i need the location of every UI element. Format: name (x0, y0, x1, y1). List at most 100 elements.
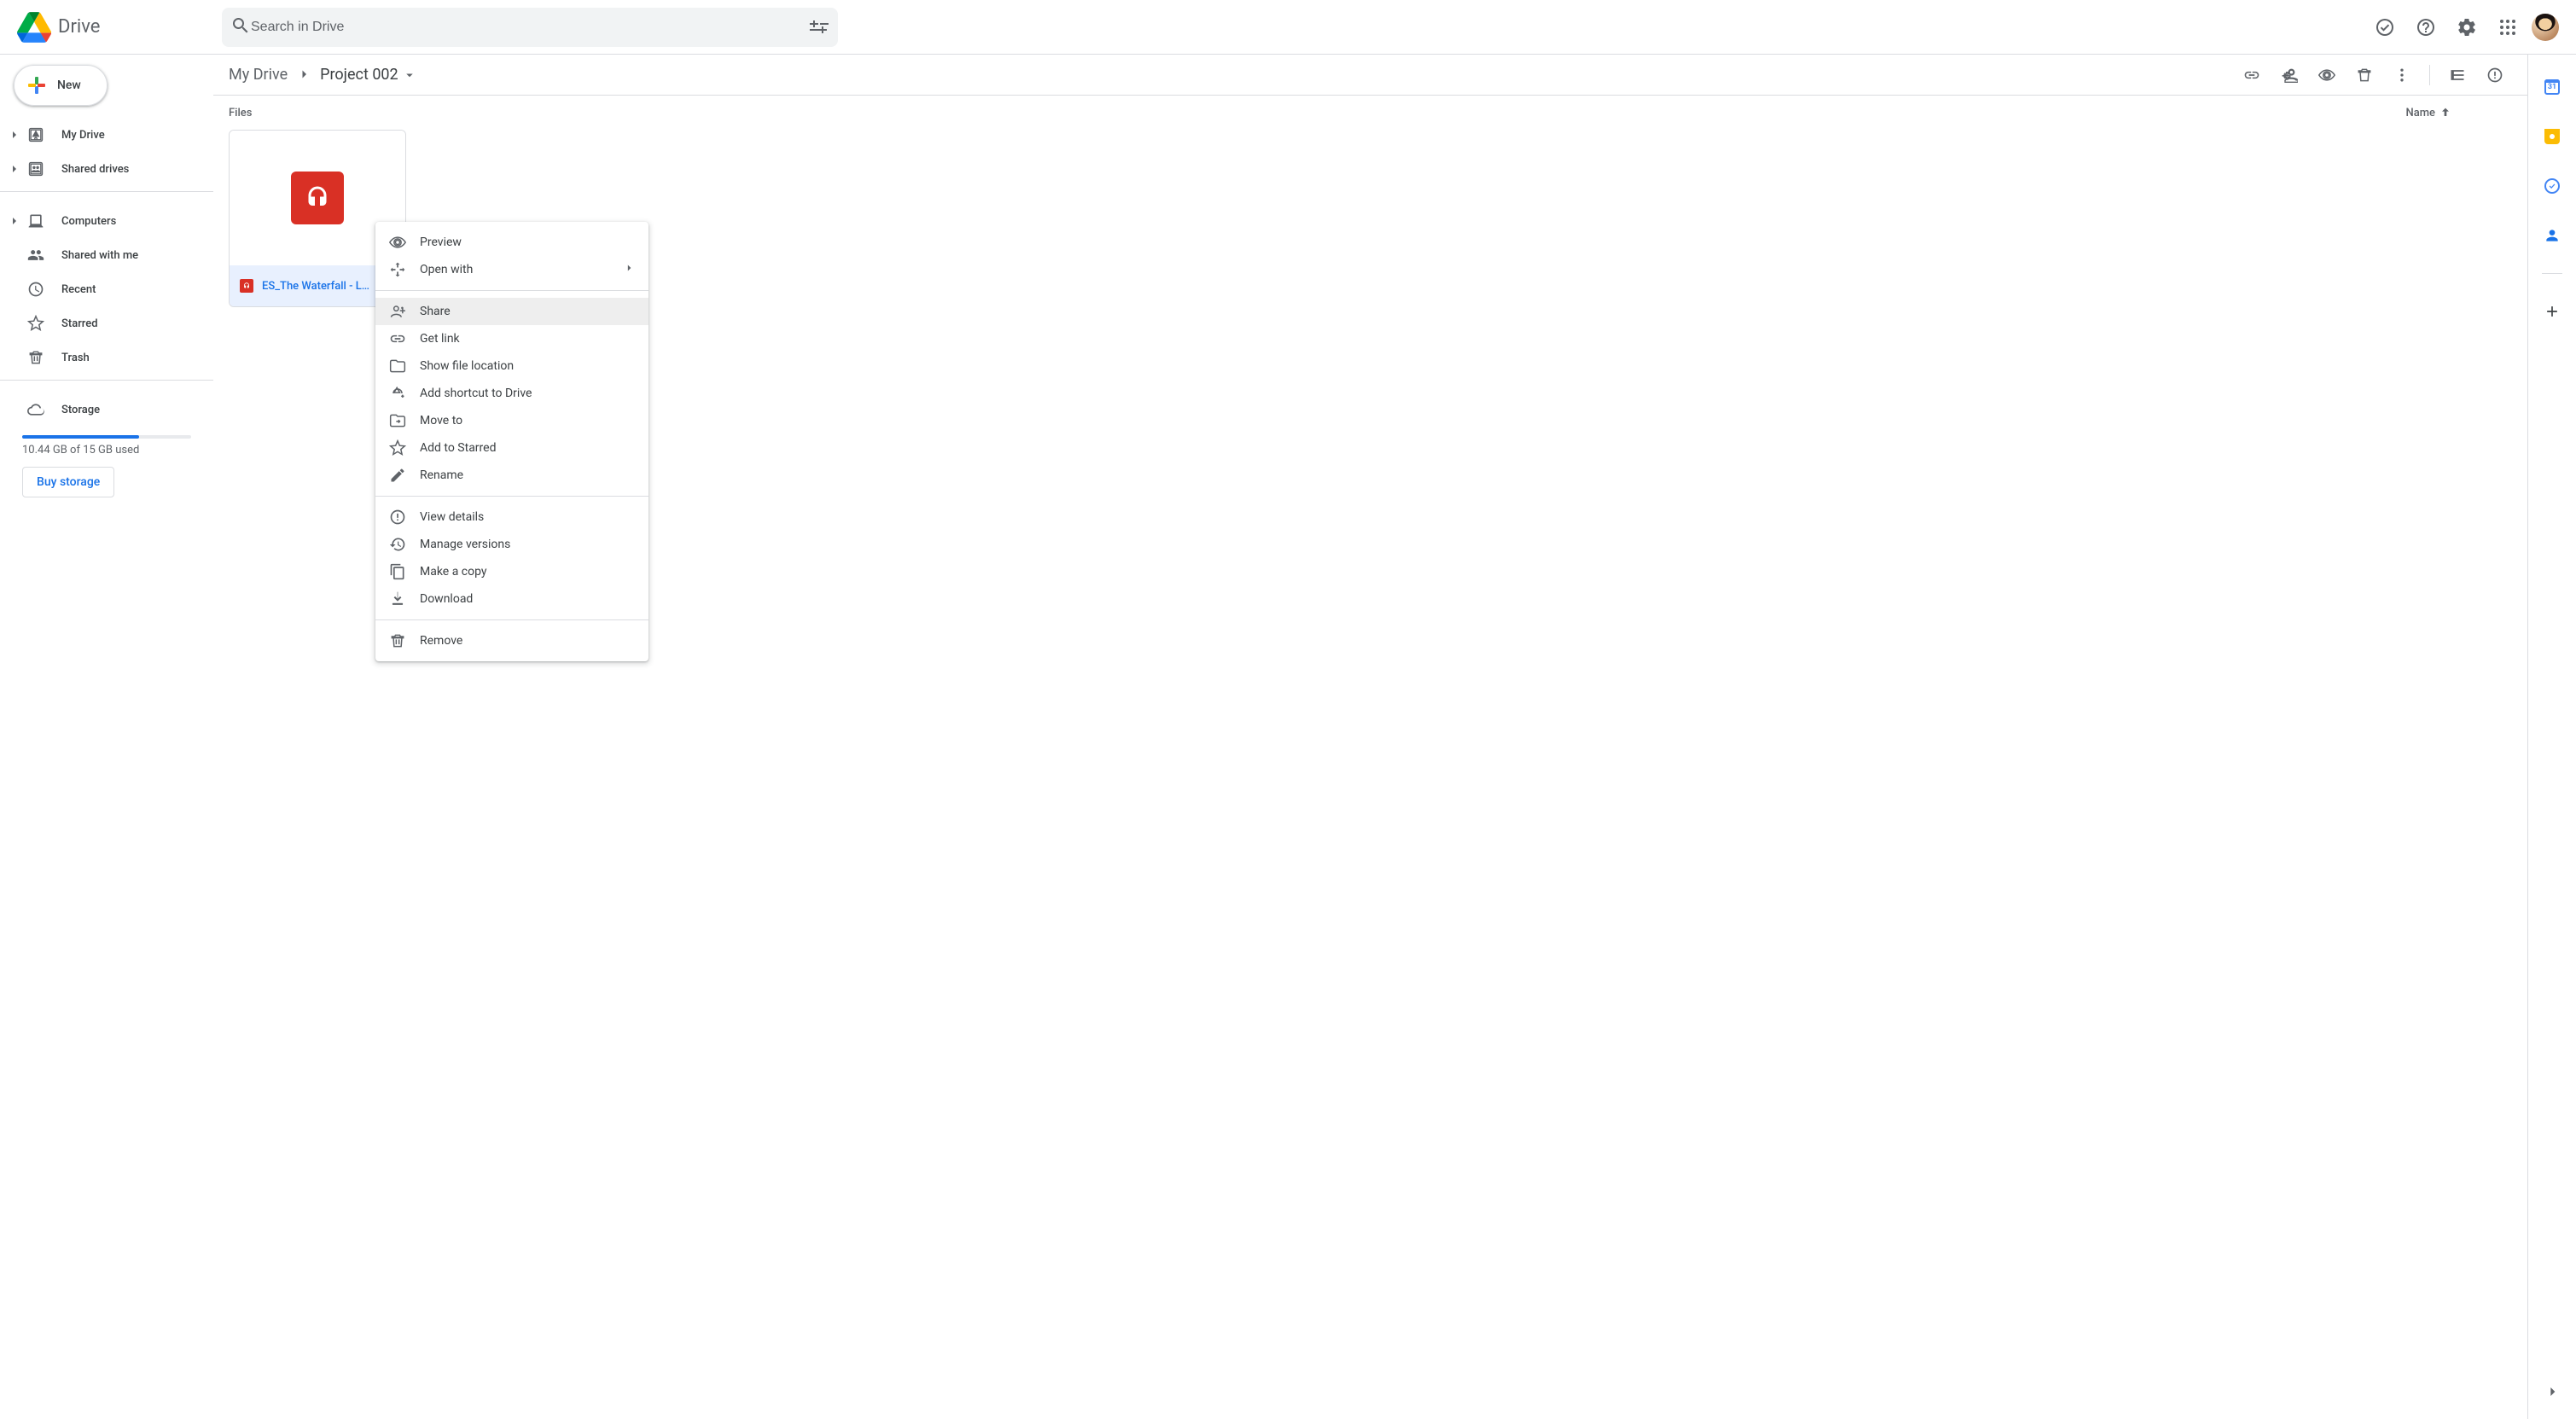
buy-storage-button[interactable]: Buy storage (22, 467, 114, 497)
search-options-icon[interactable] (809, 15, 829, 39)
new-button-label: New (57, 79, 81, 92)
files-heading: Files (229, 107, 252, 119)
dropdown-icon (402, 67, 417, 83)
sidebar-item-recent[interactable]: Recent (0, 272, 203, 306)
details-button[interactable] (2478, 58, 2512, 92)
arrow-up-icon (2439, 106, 2452, 119)
sidebar-item-label: Trash (61, 352, 90, 364)
calendar-app-icon[interactable]: 31 (2535, 70, 2569, 104)
menu-divider (375, 619, 648, 620)
settings-icon[interactable] (2450, 10, 2484, 44)
breadcrumb-root[interactable]: My Drive (229, 66, 288, 84)
storage-icon (26, 399, 46, 420)
ctx-show-location[interactable]: Show file location (375, 352, 648, 380)
ctx-download[interactable]: Download (375, 585, 648, 613)
apps-grid-icon[interactable] (2491, 10, 2525, 44)
sidebar-item-my-drive[interactable]: My Drive (0, 118, 203, 152)
sidebar-item-trash[interactable]: Trash (0, 340, 203, 375)
starred-icon (26, 313, 46, 334)
trash-icon (26, 347, 46, 368)
chevron-right-icon (296, 63, 311, 86)
history-icon (389, 536, 406, 553)
sort-by-name[interactable]: Name (2405, 106, 2512, 119)
shared-with-me-icon (26, 245, 46, 265)
share-icon (389, 303, 406, 320)
sidebar-item-label: Recent (61, 283, 96, 296)
my-drive-icon (26, 125, 46, 145)
ctx-manage-versions[interactable]: Manage versions (375, 531, 648, 558)
logo-area[interactable]: Drive (14, 10, 217, 44)
copy-icon (389, 563, 406, 580)
breadcrumb: My Drive Project 002 (229, 63, 417, 86)
collapse-panel-button[interactable] (2535, 1375, 2569, 1409)
audio-file-icon (291, 172, 344, 224)
left-sidebar: New My Drive Shared drives Computers (0, 55, 213, 1419)
list-header: Files Name (213, 96, 2527, 130)
add-on-button[interactable] (2535, 294, 2569, 329)
sidebar-item-label: Starred (61, 317, 98, 330)
search-input[interactable] (251, 20, 809, 35)
more-actions-button[interactable] (2385, 58, 2419, 92)
plus-icon (26, 75, 47, 96)
sidebar-item-label: Computers (61, 215, 116, 228)
sidebar-item-label: Storage (61, 404, 100, 416)
preview-button[interactable] (2310, 58, 2344, 92)
storage-bar (22, 435, 191, 439)
app-header: Drive (0, 0, 2576, 55)
shared-drives-icon (26, 159, 46, 179)
move-to-icon (389, 412, 406, 429)
ctx-add-shortcut[interactable]: Add shortcut to Drive (375, 380, 648, 407)
get-link-button[interactable] (2235, 58, 2269, 92)
remove-icon (389, 632, 406, 649)
keep-app-icon[interactable] (2535, 119, 2569, 154)
sidebar-item-starred[interactable]: Starred (0, 306, 203, 340)
app-name: Drive (58, 16, 100, 38)
sidebar-item-shared-drives[interactable]: Shared drives (0, 152, 203, 186)
toolbar-divider (2429, 65, 2430, 85)
audio-file-mini-icon (240, 279, 253, 293)
ctx-remove[interactable]: Remove (375, 627, 648, 654)
search-bar[interactable] (222, 8, 838, 47)
shortcut-icon (389, 385, 406, 402)
computers-icon (26, 211, 46, 231)
recent-icon (26, 279, 46, 300)
sidebar-item-computers[interactable]: Computers (0, 204, 203, 238)
tasks-app-icon[interactable] (2535, 169, 2569, 203)
account-avatar[interactable] (2532, 14, 2559, 41)
breadcrumb-current[interactable]: Project 002 (320, 66, 417, 84)
file-name: ES_The Waterfall - L… (262, 280, 369, 293)
sidebar-item-label: Shared with me (61, 249, 138, 262)
sidebar-item-storage[interactable]: Storage (0, 393, 203, 427)
chevron-right-icon (623, 262, 635, 277)
sidebar-item-shared-with-me[interactable]: Shared with me (0, 238, 203, 272)
ctx-open-with[interactable]: Open with (375, 256, 648, 283)
view-toggle-button[interactable] (2440, 58, 2474, 92)
ctx-add-starred[interactable]: Add to Starred (375, 434, 648, 462)
ctx-move-to[interactable]: Move to (375, 407, 648, 434)
help-icon[interactable] (2409, 10, 2443, 44)
right-sidepanel: 31 (2528, 55, 2576, 1419)
main-area: My Drive Project 002 Files (213, 55, 2528, 1419)
offline-ready-icon[interactable] (2368, 10, 2402, 44)
expand-icon (7, 165, 22, 173)
ctx-view-details[interactable]: View details (375, 503, 648, 531)
ctx-preview[interactable]: Preview (375, 229, 648, 256)
sidebar-item-label: My Drive (61, 129, 105, 142)
download-icon (389, 590, 406, 608)
sidebar-item-label: Shared drives (61, 163, 129, 176)
menu-divider (375, 290, 648, 291)
ctx-make-copy[interactable]: Make a copy (375, 558, 648, 585)
ctx-share[interactable]: Share (375, 298, 648, 325)
star-icon (389, 439, 406, 457)
expand-icon (7, 217, 22, 225)
link-icon (389, 330, 406, 347)
new-button[interactable]: New (14, 65, 108, 106)
share-button[interactable] (2272, 58, 2306, 92)
ctx-rename[interactable]: Rename (375, 462, 648, 489)
contacts-app-icon[interactable] (2535, 218, 2569, 253)
menu-divider (375, 496, 648, 497)
ctx-get-link[interactable]: Get link (375, 325, 648, 352)
trash-button[interactable] (2347, 58, 2381, 92)
preview-icon (389, 234, 406, 251)
drive-logo-icon (17, 10, 51, 44)
